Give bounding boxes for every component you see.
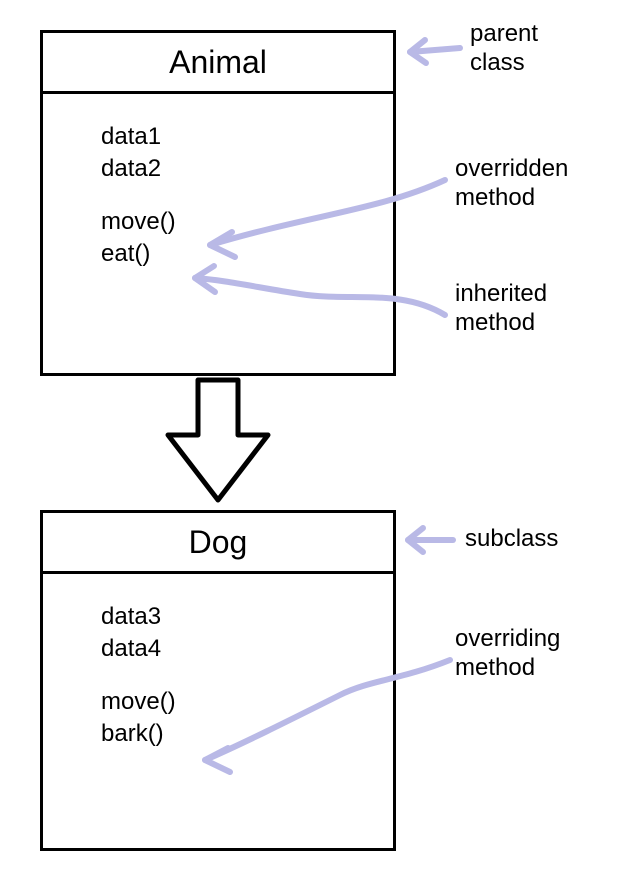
label-subclass: subclass [465,525,558,554]
diagram-stage: Animal data1 data2 move() eat() Dog data… [0,0,640,890]
label-parent-class: parent class [470,20,538,78]
label-inherited-method: inherited method [455,280,547,338]
label-overriding-method: overriding method [455,625,560,683]
label-overridden-method: overridden method [455,155,568,213]
annotation-arrows [0,0,640,890]
